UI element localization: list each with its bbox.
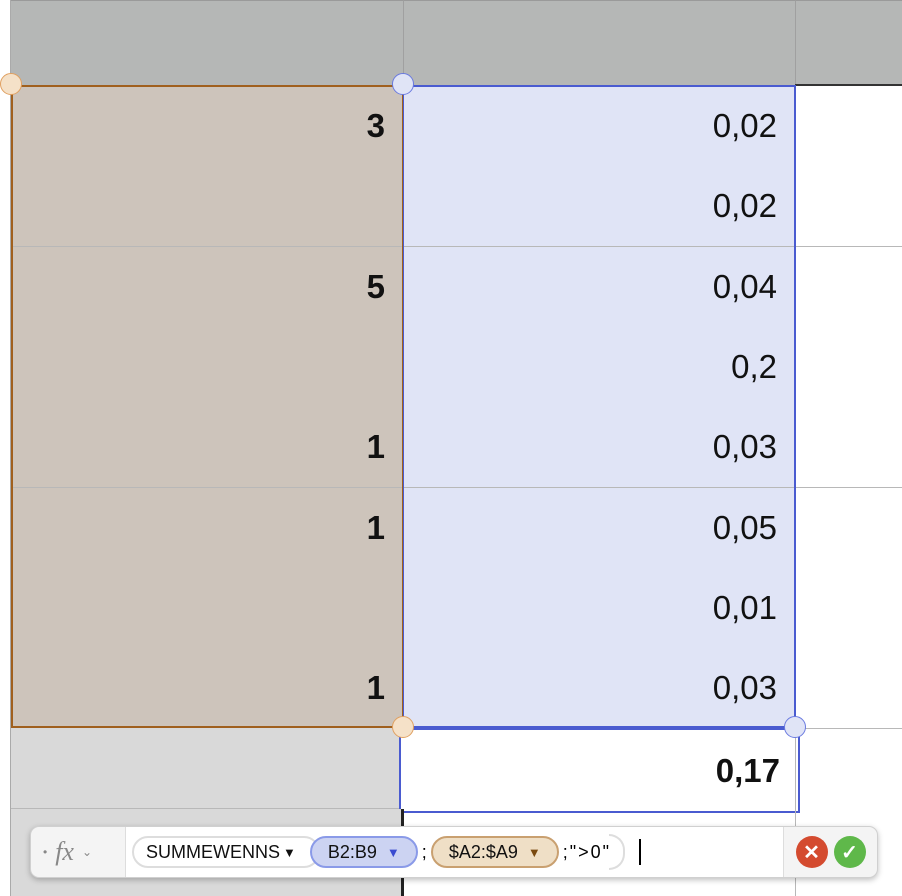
cell-value: 0,2 bbox=[731, 347, 777, 385]
cell-c8[interactable] bbox=[795, 567, 902, 649]
range-a-handle-top[interactable] bbox=[0, 73, 22, 95]
cell-b10-total[interactable]: 0,17 bbox=[399, 728, 800, 813]
cell-b7[interactable]: 0,05 bbox=[403, 487, 795, 569]
separator: ; bbox=[421, 841, 427, 862]
function-token[interactable]: SUMMEWENNS ▼ bbox=[132, 836, 320, 868]
column-header-a[interactable] bbox=[11, 0, 403, 85]
cell-value: 0,01 bbox=[712, 588, 777, 626]
cell-c7[interactable] bbox=[795, 487, 902, 569]
range-a-handle-bottom[interactable] bbox=[392, 716, 414, 738]
range-b-handle-bottom[interactable] bbox=[784, 716, 806, 738]
criteria-text: ;">0" bbox=[562, 841, 612, 862]
cell-value: 0,03 bbox=[712, 428, 777, 466]
cell-value: 1 bbox=[366, 669, 385, 707]
cell-a9[interactable]: 1 bbox=[11, 648, 403, 730]
cell-a2[interactable]: 3 bbox=[11, 86, 403, 167]
column-header-c[interactable] bbox=[795, 0, 902, 85]
arg1: B2:B9 bbox=[327, 841, 377, 862]
formula-input[interactable]: SUMMEWENNS ▼ B2:B9 ▼ ; $A2:$A9 ▼ ;">0" bbox=[126, 827, 783, 877]
cell-a7[interactable]: 1 bbox=[11, 487, 403, 569]
cancel-icon[interactable]: ✕ bbox=[795, 836, 828, 868]
cell-c6[interactable] bbox=[795, 407, 902, 489]
cell-c9[interactable] bbox=[795, 648, 902, 730]
cell-value: 0,04 bbox=[712, 267, 777, 305]
cell-value: 0,02 bbox=[712, 187, 777, 225]
cell-a3[interactable] bbox=[11, 166, 403, 248]
range-token-b2-b9[interactable]: B2:B9 ▼ bbox=[309, 836, 418, 868]
fx-button[interactable]: • fx ⌄ bbox=[31, 827, 126, 877]
cell-value: 5 bbox=[366, 267, 385, 305]
cell-value: 3 bbox=[366, 107, 385, 144]
text-cursor bbox=[639, 839, 642, 865]
range-b-handle-top[interactable] bbox=[392, 73, 414, 95]
cell-value: 1 bbox=[366, 508, 385, 546]
cell-value: 0,02 bbox=[712, 107, 777, 144]
cell-c3[interactable] bbox=[795, 166, 902, 248]
accept-icon[interactable]: ✓ bbox=[833, 836, 866, 868]
dropdown-icon: ▼ bbox=[283, 844, 296, 860]
chevron-down-icon: ⌄ bbox=[81, 845, 93, 859]
fx-icon: fx bbox=[55, 837, 74, 866]
function-name: SUMMEWENNS bbox=[146, 841, 280, 862]
cell-c4[interactable] bbox=[795, 246, 902, 328]
cell-b4[interactable]: 0,04 bbox=[403, 246, 795, 328]
range-token-a2-a9[interactable]: $A2:$A9 ▼ bbox=[430, 836, 559, 868]
cell-a5[interactable] bbox=[11, 326, 403, 408]
column-header-b[interactable] bbox=[403, 0, 795, 85]
cell-a4[interactable]: 5 bbox=[11, 246, 403, 328]
arg2: $A2:$A9 bbox=[448, 841, 518, 862]
total-value: 0,17 bbox=[715, 751, 780, 789]
dropdown-icon: ▼ bbox=[527, 844, 541, 860]
cell-c2[interactable] bbox=[795, 86, 902, 167]
cell-value: 0,03 bbox=[712, 669, 777, 707]
cell-c5[interactable] bbox=[795, 326, 902, 408]
cell-b3[interactable]: 0,02 bbox=[403, 166, 795, 248]
cell-b9[interactable]: 0,03 bbox=[403, 648, 795, 730]
cell-value: 0,05 bbox=[712, 508, 777, 546]
function-token-end bbox=[609, 834, 626, 870]
cell-a8[interactable] bbox=[11, 567, 403, 649]
cell-b8[interactable]: 0,01 bbox=[403, 567, 795, 649]
dropdown-icon: ▼ bbox=[386, 844, 400, 860]
formula-bar: • fx ⌄ SUMMEWENNS ▼ B2:B9 ▼ ; $A2:$A9 ▼ ;">… bbox=[30, 826, 878, 878]
cell-a10[interactable] bbox=[11, 728, 403, 809]
cell-a6[interactable]: 1 bbox=[11, 407, 403, 489]
cell-value: 1 bbox=[366, 428, 385, 466]
cell-b6[interactable]: 0,03 bbox=[403, 407, 795, 489]
cell-b2[interactable]: 0,02 bbox=[403, 86, 795, 167]
cell-b5[interactable]: 0,2 bbox=[403, 326, 795, 408]
left-gutter bbox=[0, 0, 11, 896]
